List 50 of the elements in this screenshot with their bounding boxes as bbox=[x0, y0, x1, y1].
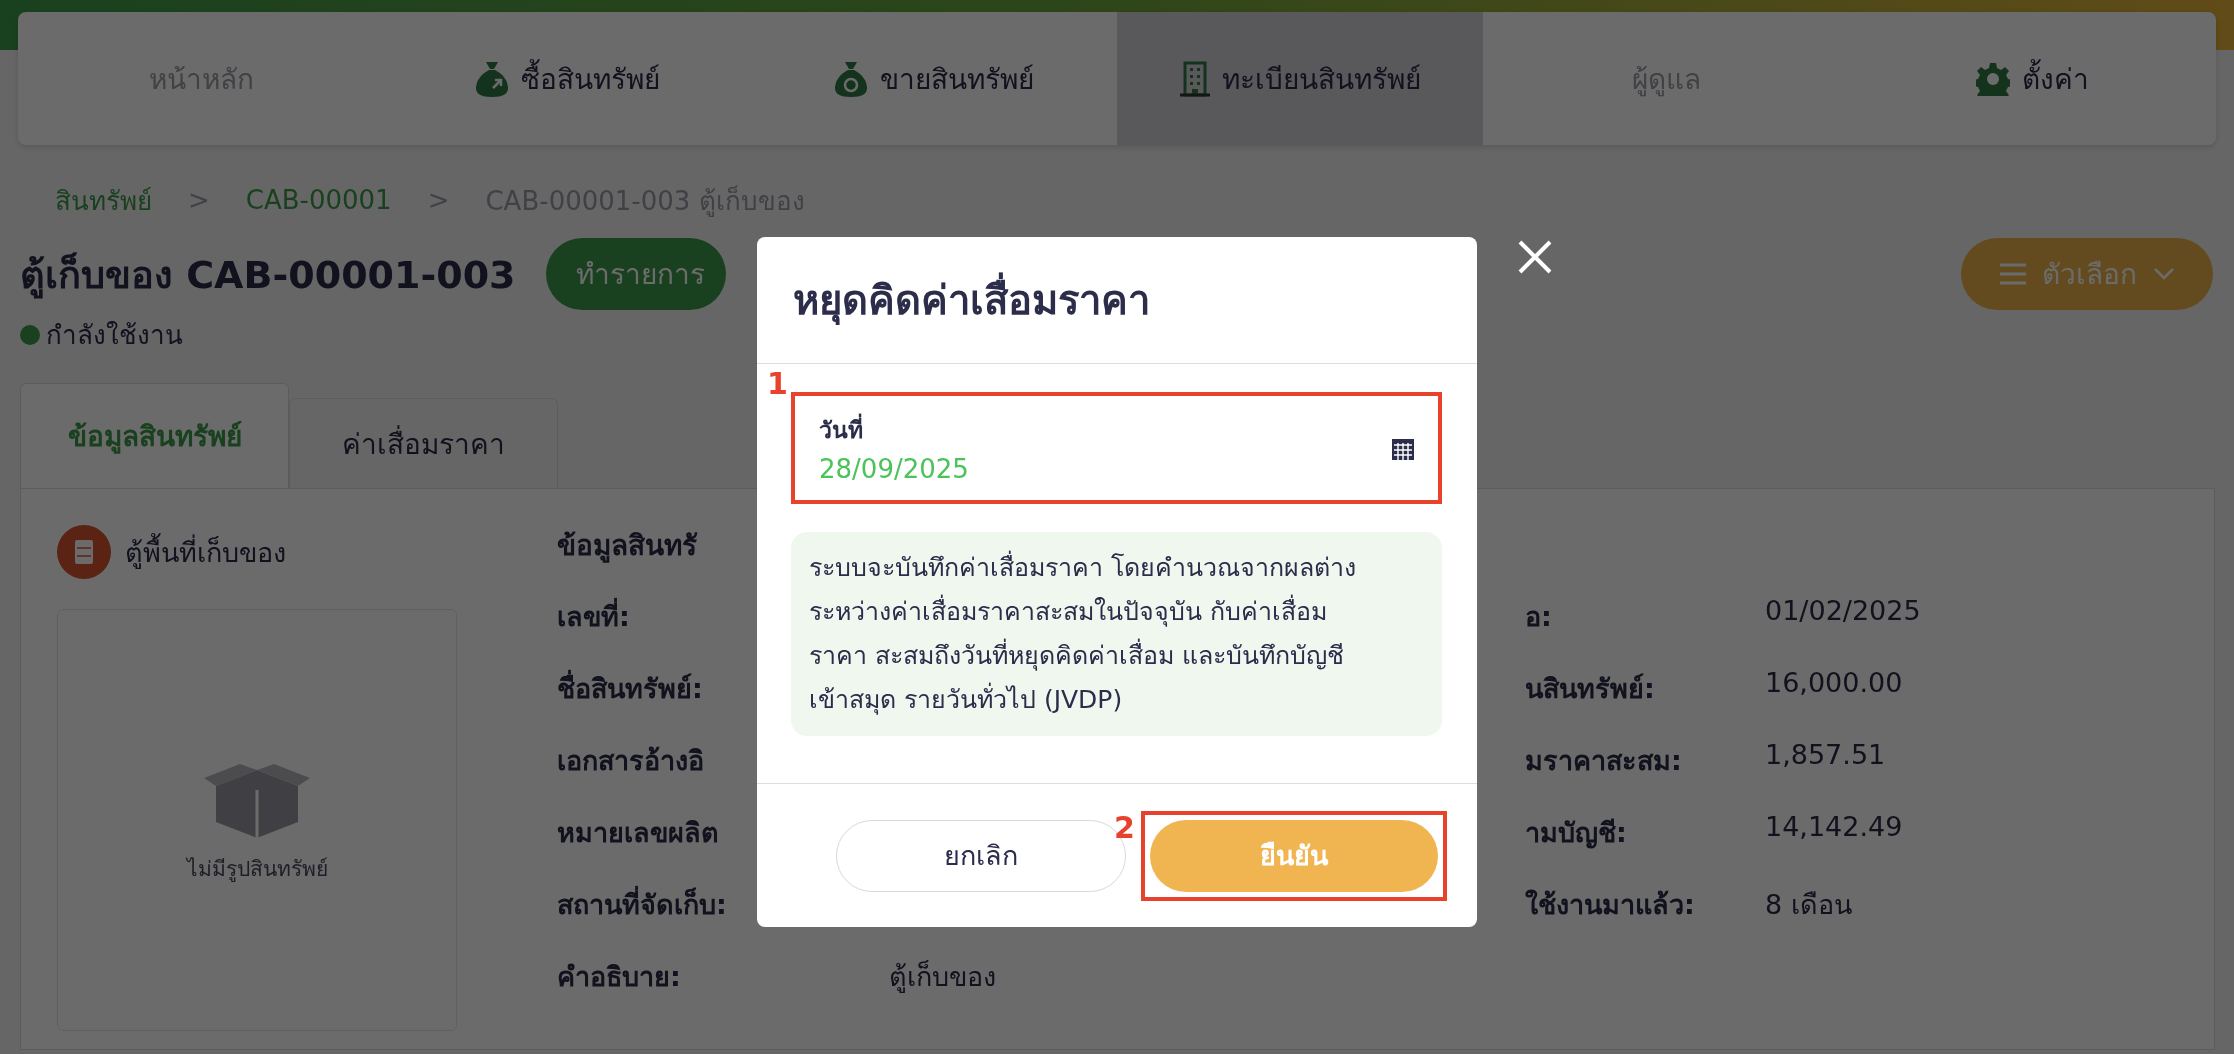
page-title: ตู้เก็บของ CAB-00001-003 bbox=[20, 251, 516, 301]
tab[interactable]: ข้อมูลสินทรัพย์ bbox=[20, 383, 289, 488]
calendar-icon[interactable] bbox=[1392, 436, 1414, 460]
options-button[interactable]: ตัวเลือก bbox=[1961, 238, 2213, 310]
confirm-button[interactable]: ยืนยัน bbox=[1150, 819, 1438, 892]
date-field[interactable]: วันที่ 28/09/2025 bbox=[791, 392, 1442, 504]
date-value: 28/09/2025 bbox=[819, 454, 969, 484]
menu-icon bbox=[1999, 263, 2026, 285]
field-value: 1,857.51 bbox=[1765, 739, 1886, 772]
field-label: ามบัญชี: bbox=[1524, 816, 1627, 847]
field-label: อ: bbox=[1524, 600, 1552, 631]
close-icon[interactable] bbox=[1517, 239, 1553, 275]
money-bag-icon bbox=[833, 59, 868, 98]
field-label: คำอธิบาย: bbox=[557, 960, 681, 991]
breadcrumb-link[interactable]: สินทรัพย์ bbox=[55, 179, 152, 221]
field-label: เลขที่: bbox=[557, 595, 630, 631]
no-image-text: ไม่มีรูปสินทรัพย์ bbox=[186, 855, 328, 884]
nav-item[interactable]: ตั้งค่า bbox=[1849, 12, 2216, 145]
field-value: 14,142.49 bbox=[1765, 811, 1903, 844]
status-dot bbox=[20, 324, 40, 345]
breadcrumb-separator: > bbox=[427, 185, 450, 215]
field-label: หมายเลขผลิต bbox=[557, 816, 719, 847]
field-label: สถานที่จัดเก็บ: bbox=[557, 883, 727, 919]
nav-item[interactable]: ซื้อสินทรัพย์ bbox=[384, 12, 751, 145]
field-value: ตู้เก็บของ bbox=[889, 959, 996, 991]
field-value: 8 เดือน bbox=[1765, 888, 1852, 919]
status-text: กำลังใช้งาน bbox=[46, 319, 183, 352]
info-note: ระบบจะบันทึกค่าเสื่อมราคา โดยคำนวณจากผลต่าง ระหว่างค่าเสื่อมราคาสะสมในปัจจุบัน กับค่าเสื่อมราคา สะสมถึงวันที่หยุดคิดค่าเสื่อม และบันทึกบัญชีเข้าสมุด รายวันทั่วไป (JVDP) bbox=[791, 532, 1442, 736]
action-button[interactable]: ทำรายการ bbox=[545, 238, 726, 310]
nav-item[interactable]: ขายสินทรัพย์ bbox=[750, 12, 1117, 145]
field-label: ชื่อสินทรัพย์: bbox=[557, 667, 703, 703]
field-label: วันที่ bbox=[819, 412, 1392, 448]
field-value: 01/02/2025 bbox=[1765, 595, 1921, 628]
category-label: ตู้พื้นที่เก็บของ bbox=[125, 530, 286, 574]
field-label: เอกสารอ้างอิ bbox=[557, 744, 704, 775]
money-bag-icon bbox=[475, 59, 509, 98]
building-icon bbox=[1179, 60, 1210, 97]
nav-item[interactable]: ทะเบียนสินทรัพย์ bbox=[1117, 12, 1484, 145]
field-label: มราคาสะสม: bbox=[1524, 744, 1682, 775]
tab[interactable]: ค่าเสื่อมราคา bbox=[289, 398, 558, 488]
annotation-number: 1 bbox=[767, 366, 788, 401]
chevron-down-icon bbox=[2152, 267, 2175, 281]
field-value: 16,000.00 bbox=[1765, 667, 1903, 700]
field-label: นสินทรัพย์: bbox=[1524, 672, 1655, 703]
dialog-title: หยุดคิดค่าเสื่อมราคา bbox=[757, 237, 1477, 364]
field-label: ใช้งานมาแล้ว: bbox=[1524, 888, 1695, 919]
gear-icon bbox=[1976, 61, 2011, 96]
breadcrumb-link[interactable]: CAB-00001 bbox=[245, 185, 392, 215]
breadcrumb-separator: > bbox=[188, 185, 210, 215]
cabinet-icon bbox=[57, 525, 111, 579]
